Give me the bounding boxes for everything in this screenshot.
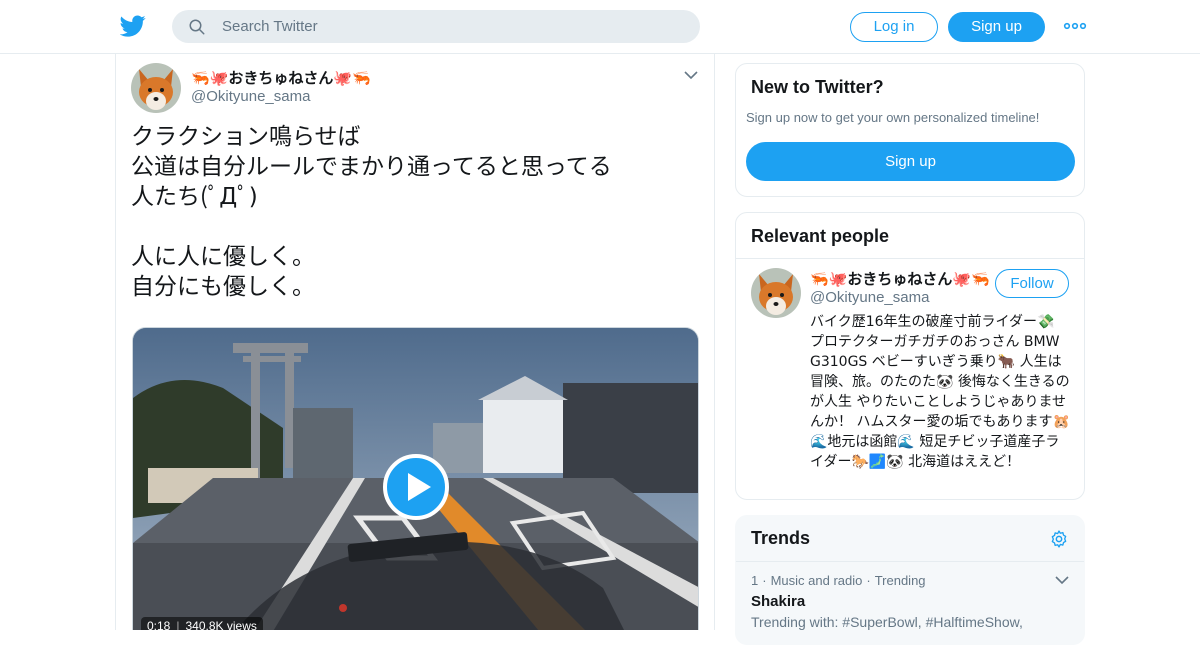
trend-category: Music and radio <box>770 573 863 588</box>
divider <box>736 258 1084 259</box>
new-to-twitter-title: New to Twitter? <box>751 77 884 97</box>
trend-name-link[interactable]: Shakira <box>751 593 805 610</box>
meta-dot: · <box>866 573 871 588</box>
video-meta: 0:18 | 340.8K views <box>141 617 263 630</box>
trend-meta: 1 · Music and radio · Trending <box>751 573 926 588</box>
new-to-twitter-card: New to Twitter? Sign up now to get your … <box>735 63 1085 197</box>
fox-avatar-image <box>751 268 801 318</box>
video-duration: 0:18 <box>147 619 171 630</box>
new-to-twitter-subtitle: Sign up now to get your own personalized… <box>746 110 1040 125</box>
follow-button[interactable]: Follow <box>995 269 1069 298</box>
tweet-column: 🦐🐙おきちゅねさん🐙🦐 @Okityune_sama クラクション鳴らせば 公道… <box>115 54 715 630</box>
sidebar-signup-button[interactable]: Sign up <box>746 142 1075 181</box>
gear-icon[interactable] <box>1049 529 1069 549</box>
relevant-people-card: Relevant people 🦐🐙おきちゅねさん🐙🦐 @Okityune_sa… <box>735 212 1085 500</box>
meta-separator: | <box>176 619 180 630</box>
fox-avatar-image <box>131 63 181 113</box>
tweet-text: クラクション鳴らせば 公道は自分ルールでまかり通ってると思ってる 人たち(ﾟДﾟ… <box>131 124 612 300</box>
more-dots-icon[interactable] <box>1063 16 1087 36</box>
avatar[interactable] <box>131 63 181 113</box>
chevron-down-icon[interactable] <box>684 70 698 80</box>
author-handle[interactable]: @Okityune_sama <box>191 88 310 105</box>
twitter-bird-icon[interactable] <box>120 13 146 39</box>
person-display-name[interactable]: 🦐🐙おきちゅねさん🐙🦐 <box>810 268 990 289</box>
chevron-down-icon[interactable] <box>1055 575 1069 585</box>
avatar[interactable] <box>751 268 801 318</box>
search-input[interactable] <box>222 10 682 43</box>
signup-button[interactable]: Sign up <box>948 12 1045 42</box>
video-player[interactable]: 0:18 | 340.8K views <box>132 327 699 630</box>
trend-description: Trending with: #SuperBowl, #HalftimeShow… <box>751 614 1023 630</box>
person-bio: バイク歴16年生の破産寸前ライダー💸 プロテクターガチガチのおっさん BMW G… <box>810 314 1070 470</box>
top-bar: Log in Sign up <box>0 0 1200 54</box>
trend-rank: 1 <box>751 573 759 588</box>
video-views: 340.8K views <box>185 619 257 630</box>
person-handle[interactable]: @Okityune_sama <box>810 289 929 306</box>
meta-dot: · <box>762 573 767 588</box>
trends-title: Trends <box>751 528 811 548</box>
search-bar[interactable] <box>172 10 700 43</box>
trends-card: Trends 1 · Music and radio · Trending Shakir… <box>735 515 1085 645</box>
login-button[interactable]: Log in <box>850 12 938 42</box>
relevant-people-title: Relevant people <box>751 226 890 246</box>
search-icon <box>189 19 205 35</box>
play-button-icon[interactable] <box>383 454 449 520</box>
trend-status: Trending <box>874 573 926 588</box>
divider <box>736 561 1084 562</box>
author-display-name[interactable]: 🦐🐙おきちゅねさん🐙🦐 <box>191 67 371 88</box>
